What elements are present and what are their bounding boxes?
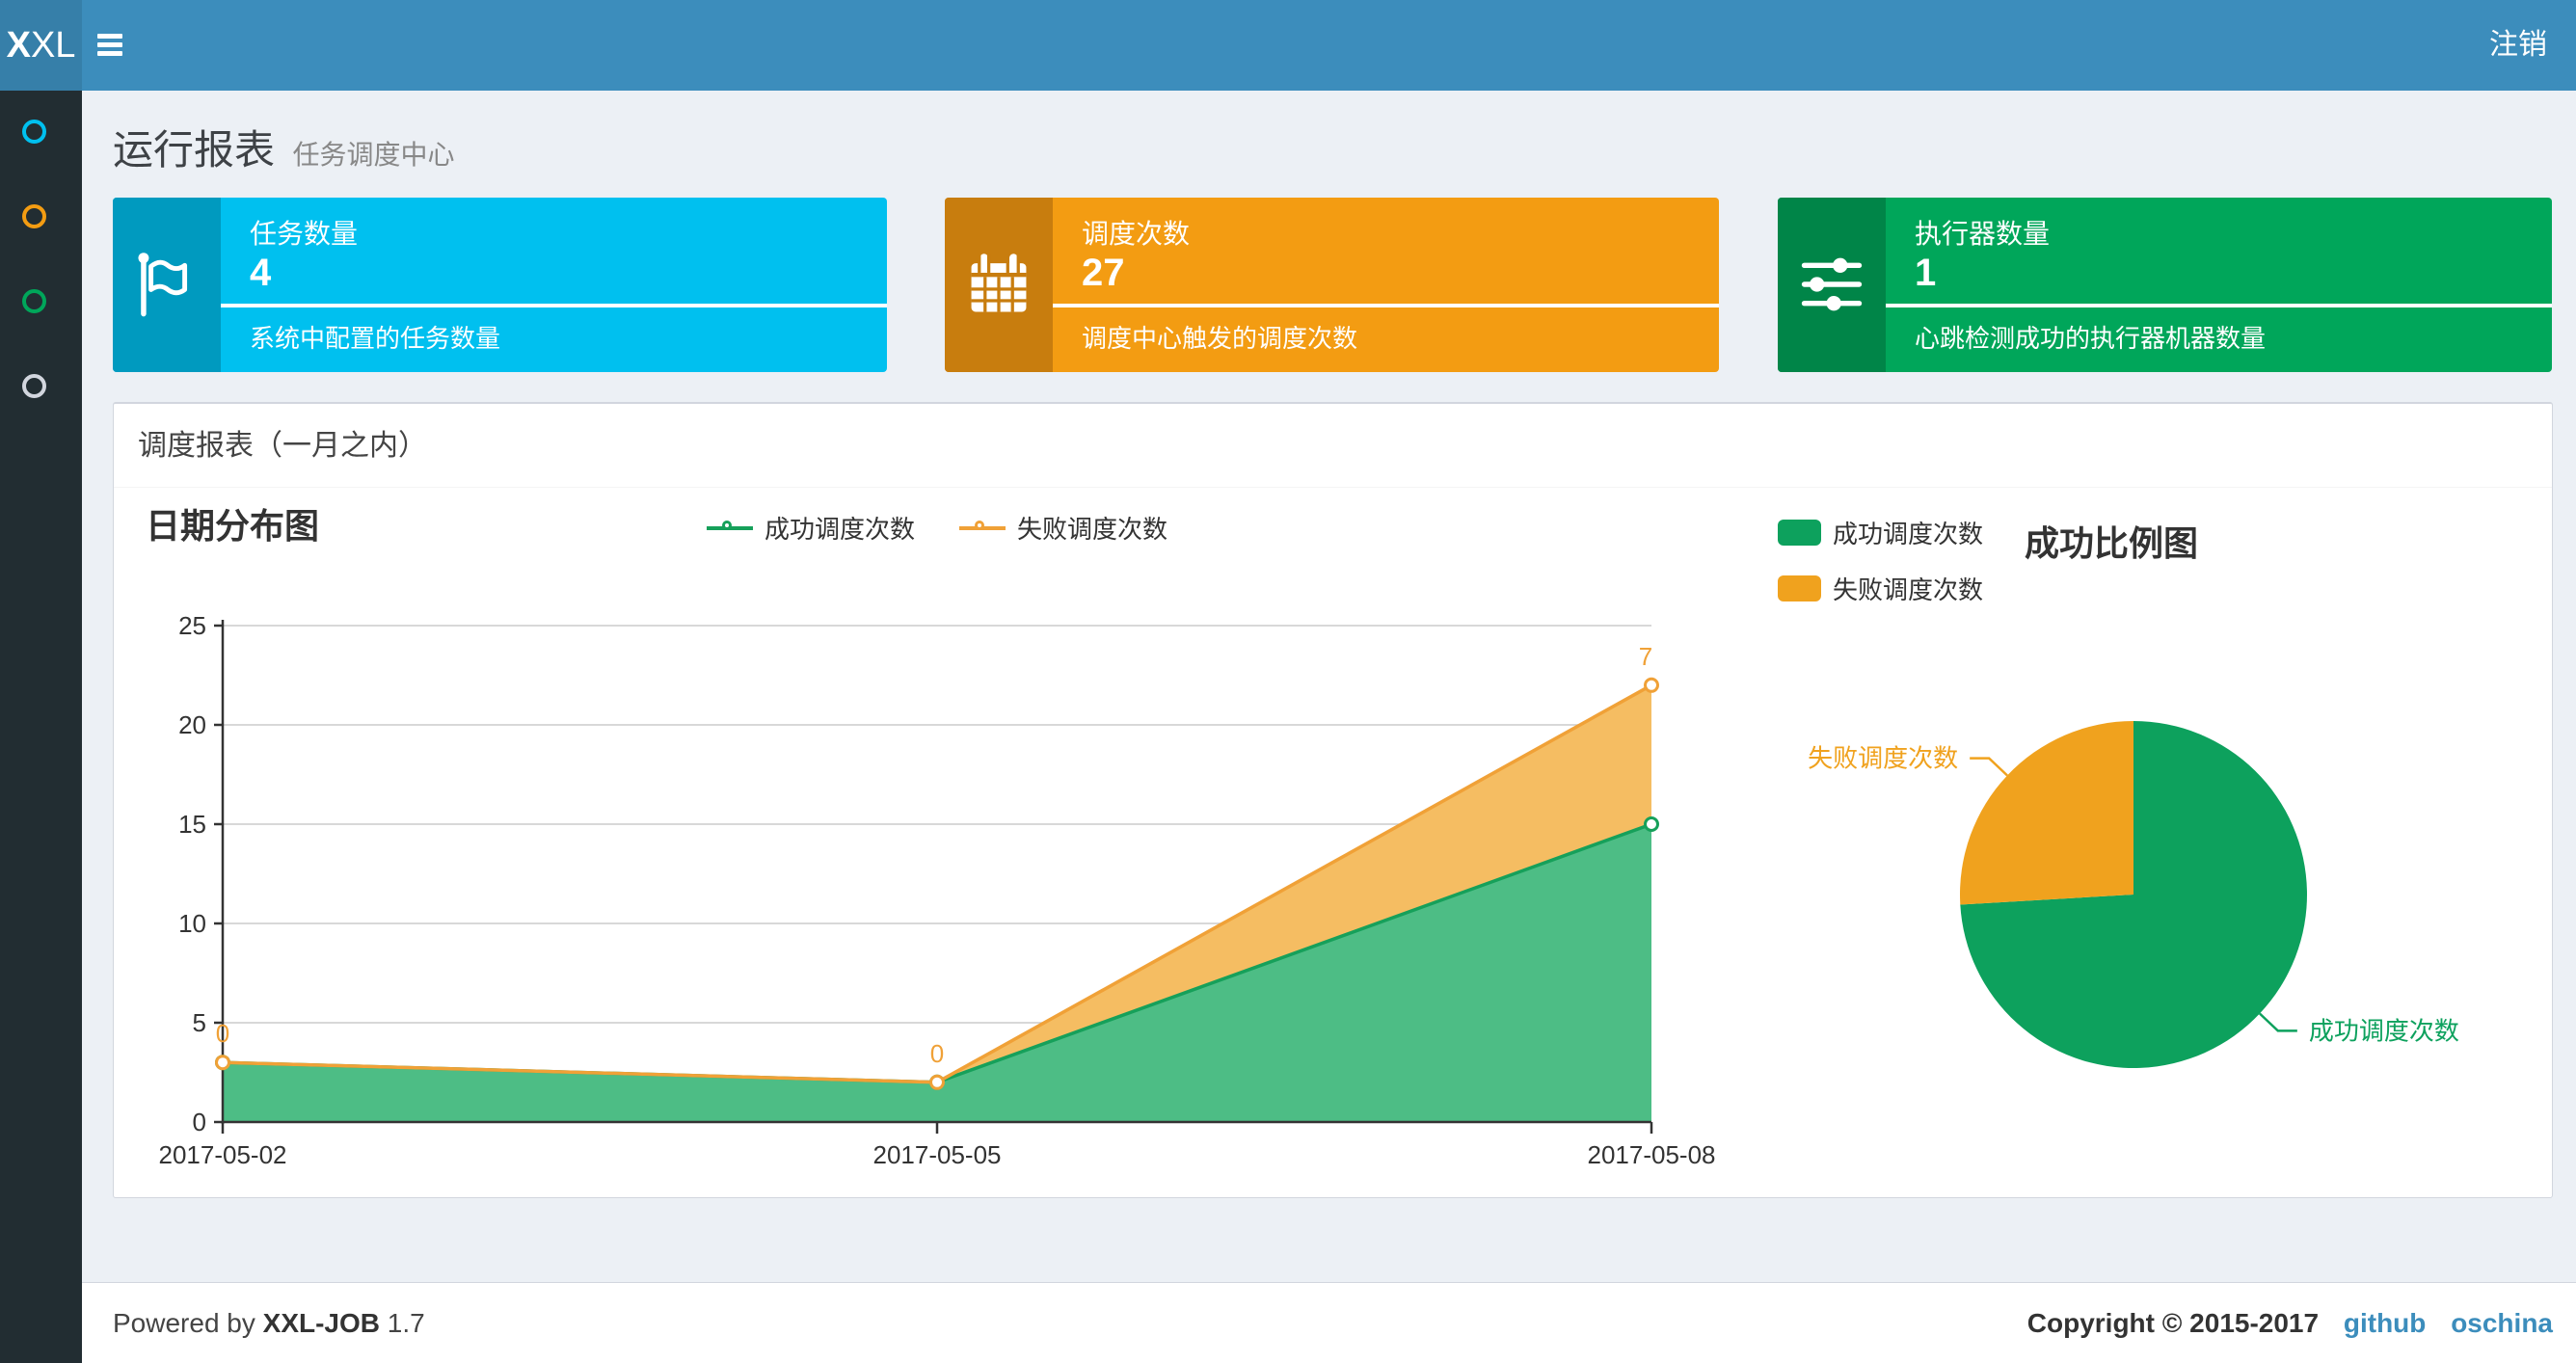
svg-text:10: 10	[178, 909, 206, 938]
logo-rest: XL	[30, 25, 76, 66]
app-window: XXL 注销 运行报表 任务调度中心 任务数量 4 系统中配置的任务数量 调度次…	[0, 0, 2576, 1363]
divider	[1886, 304, 2552, 307]
swatch-icon	[1778, 520, 1821, 546]
hamburger-icon	[97, 34, 122, 39]
hamburger-icon	[97, 42, 122, 47]
line-marker-icon	[959, 520, 1006, 536]
svg-text:25: 25	[178, 611, 206, 640]
oschina-link[interactable]: oschina	[2451, 1308, 2553, 1338]
stat-card: 执行器数量 1 心跳检测成功的执行器机器数量	[1778, 198, 2552, 372]
flag-icon	[113, 198, 221, 372]
report-panel-header: 调度报表（一月之内）	[114, 404, 2552, 488]
product-name: XXL-JOB	[262, 1308, 381, 1338]
stat-card-title: 任务数量	[250, 219, 359, 249]
svg-text:2017-05-02: 2017-05-02	[159, 1140, 287, 1169]
svg-text:20: 20	[178, 710, 206, 739]
legend-item[interactable]: 成功调度次数	[1778, 515, 1983, 550]
calendar-icon	[945, 198, 1053, 372]
copyright-text: Copyright © 2015-2017	[2026, 1308, 2320, 1338]
sidebar-menu-item[interactable]	[22, 120, 46, 144]
line-marker-icon	[706, 520, 753, 536]
page-header: 运行报表 任务调度中心	[113, 118, 454, 176]
copyright: Copyright © 2015-2017 github oschina	[2027, 1283, 2553, 1363]
legend-label: 成功调度次数	[1833, 520, 1984, 548]
stat-card-description: 系统中配置的任务数量	[250, 324, 501, 353]
powered-by: Powered by XXL-JOB 1.7	[113, 1283, 425, 1363]
svg-text:2017-05-05: 2017-05-05	[873, 1140, 1002, 1169]
stat-card-title: 执行器数量	[1915, 219, 2051, 249]
svg-text:成功调度次数: 成功调度次数	[2309, 1016, 2459, 1045]
legend-item[interactable]: 失败调度次数	[1778, 571, 1983, 606]
pie-chart-legend: 成功调度次数 失败调度次数	[1778, 515, 1983, 627]
svg-text:2017-05-08: 2017-05-08	[1588, 1140, 1716, 1169]
powered-prefix: Powered by	[113, 1308, 255, 1338]
sidebar-menu-item[interactable]	[22, 374, 46, 398]
sidebar	[0, 91, 82, 1363]
svg-text:0: 0	[216, 1019, 229, 1048]
legend-label: 失败调度次数	[1017, 515, 1168, 544]
divider	[221, 304, 887, 307]
stat-card-value: 27	[1082, 252, 1125, 294]
logout-link[interactable]: 注销	[2460, 0, 2576, 91]
legend-label: 成功调度次数	[764, 515, 915, 544]
product-version: 1.7	[387, 1308, 425, 1338]
svg-text:7: 7	[1639, 642, 1652, 671]
sidebar-menu-item[interactable]	[22, 204, 46, 228]
stat-card-value: 1	[1915, 252, 1937, 294]
divider	[1053, 304, 1719, 307]
stat-card-value: 4	[250, 252, 272, 294]
stat-card-description: 心跳检测成功的执行器机器数量	[1915, 324, 2267, 353]
svg-text:0: 0	[193, 1108, 206, 1136]
footer: Powered by XXL-JOB 1.7 Copyright © 2015-…	[82, 1282, 2576, 1363]
svg-text:0: 0	[930, 1039, 944, 1068]
stat-card-description: 调度中心触发的调度次数	[1082, 324, 1358, 353]
top-navbar: XXL 注销	[0, 0, 2576, 91]
sliders-icon	[1778, 198, 1886, 372]
github-link[interactable]: github	[2344, 1308, 2427, 1338]
stat-card: 任务数量 4 系统中配置的任务数量	[113, 198, 887, 372]
stat-card: 调度次数 27 调度中心触发的调度次数	[945, 198, 1719, 372]
legend-label: 失败调度次数	[1833, 575, 1984, 604]
svg-text:5: 5	[193, 1008, 206, 1037]
app-logo[interactable]: XXL	[0, 0, 82, 91]
swatch-icon	[1778, 575, 1821, 601]
sidebar-menu-item[interactable]	[22, 289, 46, 313]
line-chart-legend: 成功调度次数 失败调度次数	[223, 510, 1651, 546]
legend-item[interactable]: 失败调度次数	[959, 510, 1167, 546]
svg-text:15: 15	[178, 810, 206, 839]
legend-item[interactable]: 成功调度次数	[706, 510, 915, 546]
sidebar-toggle-button[interactable]	[82, 0, 138, 91]
report-panel-title: 调度报表（一月之内）	[138, 430, 427, 462]
page-title: 运行报表	[113, 127, 276, 173]
page-subtitle: 任务调度中心	[292, 140, 455, 170]
report-panel: 调度报表（一月之内） 日期分布图 成功调度次数 失败调度次数 0 5 10 15 20 25…	[113, 402, 2553, 1198]
svg-text:失败调度次数: 失败调度次数	[1808, 744, 1958, 773]
stat-card-title: 调度次数	[1082, 219, 1191, 249]
logo-bold: X	[6, 25, 31, 66]
hamburger-icon	[97, 51, 122, 56]
